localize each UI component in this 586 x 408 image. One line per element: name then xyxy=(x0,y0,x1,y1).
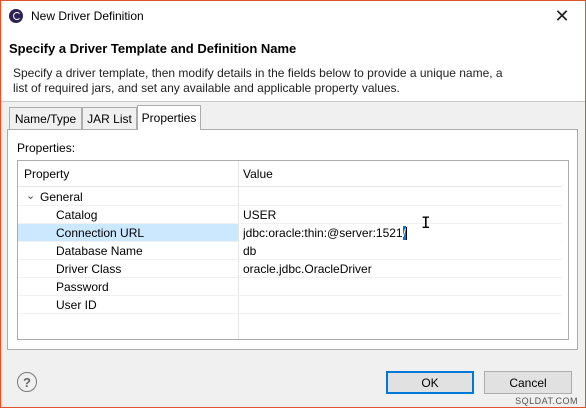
property-name: Driver Class xyxy=(56,262,122,276)
dialog-header: Specify a Driver Template and Definition… xyxy=(1,31,585,102)
tab-name-type[interactable]: Name/Type xyxy=(9,107,82,129)
property-value[interactable]: USER xyxy=(243,208,276,222)
url-text: jdbc:oracle:thin:@server:1521 xyxy=(243,226,403,240)
property-name: Database Name xyxy=(56,244,143,258)
table-row[interactable]: Catalog USER xyxy=(18,206,568,224)
property-name: Password xyxy=(56,280,109,294)
property-name: User ID xyxy=(56,298,97,312)
vertical-scrollbar[interactable] xyxy=(562,186,568,339)
property-name: Catalog xyxy=(56,208,98,222)
properties-table: Property Value ⌄ General Catalog USER Co… xyxy=(17,160,569,340)
property-value[interactable]: db xyxy=(243,244,256,258)
group-row-general[interactable]: ⌄ General xyxy=(18,188,568,206)
eclipse-app-icon xyxy=(9,9,23,23)
tab-properties[interactable]: Properties xyxy=(137,105,201,130)
tab-jar-list[interactable]: JAR List xyxy=(82,107,137,129)
properties-label: Properties: xyxy=(17,141,76,155)
property-value-editor[interactable]: jdbc:oracle:thin:@server:1521/ xyxy=(243,226,407,241)
table-row[interactable]: Password xyxy=(18,278,568,296)
header-description: Specify a driver template, then modify d… xyxy=(13,66,503,95)
group-label: General xyxy=(40,190,83,204)
help-button[interactable]: ? xyxy=(17,372,37,392)
table-row-selected[interactable]: Connection URL jdbc:oracle:thin:@server:… xyxy=(18,224,568,243)
title-bar[interactable]: New Driver Definition ✕ xyxy=(1,1,585,31)
text-caret xyxy=(405,227,407,241)
column-header-value[interactable]: Value xyxy=(243,167,273,181)
table-row[interactable]: Driver Class oracle.jdbc.OracleDriver xyxy=(18,260,568,278)
table-row[interactable]: User ID xyxy=(18,296,568,314)
table-header: Property Value xyxy=(18,161,568,187)
window-title: New Driver Definition xyxy=(31,9,144,23)
property-name: Connection URL xyxy=(56,226,145,240)
property-value[interactable]: oracle.jdbc.OracleDriver xyxy=(243,262,372,276)
ok-button[interactable]: OK xyxy=(386,371,474,394)
cancel-button[interactable]: Cancel xyxy=(484,371,572,394)
watermark: SQLDAT.COM xyxy=(515,396,578,406)
ibeam-cursor-icon: I xyxy=(421,213,431,232)
dialog-window: New Driver Definition ✕ Specify a Driver… xyxy=(0,0,586,408)
column-header-property[interactable]: Property xyxy=(24,167,69,181)
properties-tab-panel: Properties: Property Value ⌄ General Cat… xyxy=(7,129,578,350)
table-row[interactable]: Database Name db xyxy=(18,242,568,260)
header-title: Specify a Driver Template and Definition… xyxy=(9,41,297,56)
close-button[interactable]: ✕ xyxy=(539,1,585,31)
chevron-down-icon[interactable]: ⌄ xyxy=(26,189,35,202)
